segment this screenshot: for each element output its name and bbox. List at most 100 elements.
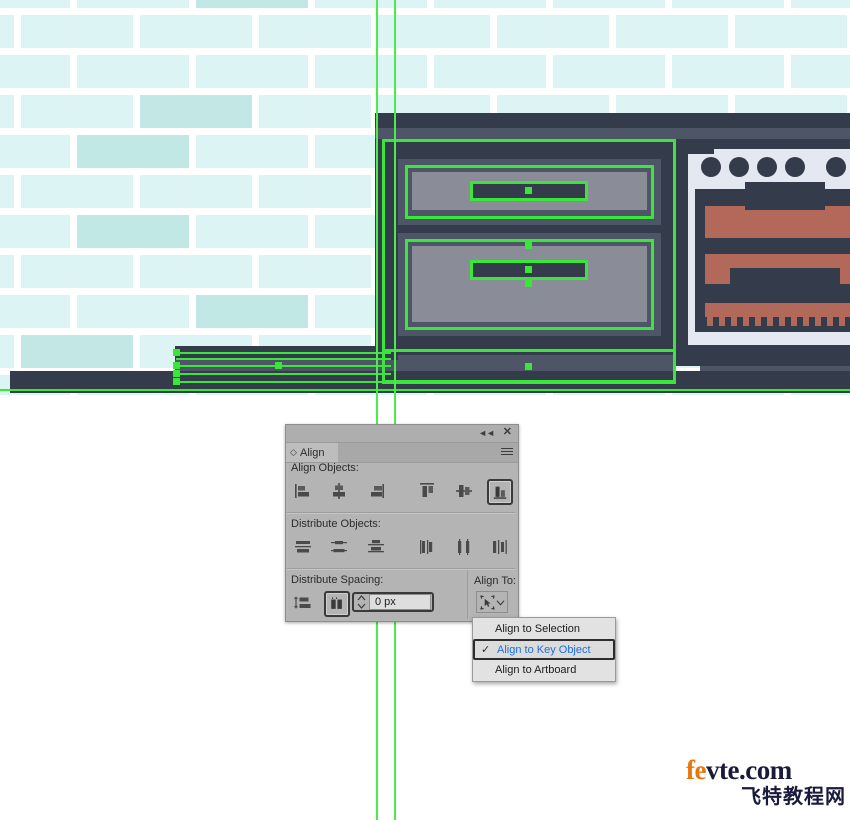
- wall-tile: [196, 55, 308, 88]
- btn-horizontal-align-right[interactable]: [365, 480, 387, 502]
- wall-tile: [21, 335, 133, 368]
- wall-tile: [259, 15, 371, 48]
- oven-panel-notch: [688, 149, 714, 154]
- wall-tile: [791, 0, 850, 8]
- wall-tile: [77, 295, 189, 328]
- wall-tile: [553, 55, 665, 88]
- wall-tile: [672, 55, 784, 88]
- btn-horizontal-align-center[interactable]: [328, 480, 350, 502]
- oven-rack-tooth: [743, 317, 749, 326]
- spacing-input[interactable]: 0 px: [369, 594, 431, 610]
- wall-tile: [196, 215, 308, 248]
- oven-base: [688, 345, 850, 366]
- watermark-brand-suffix: vte.com: [705, 755, 792, 785]
- oven-rack-tooth: [731, 317, 737, 326]
- selection-counter-line: [176, 373, 391, 375]
- panel-title: Align: [300, 446, 325, 459]
- tab-align[interactable]: ◇ Align: [286, 443, 338, 462]
- watermark: fevte.com 飞特教程网: [686, 757, 846, 813]
- panel-title-bar[interactable]: ◄◄ ✕: [286, 425, 518, 443]
- wall-tile: [259, 255, 371, 288]
- align-to-button[interactable]: [476, 591, 508, 613]
- wall-tile: [791, 55, 850, 88]
- anchor-point: [173, 349, 180, 356]
- distribute-spacing-label: Distribute Spacing:: [291, 574, 384, 586]
- menu-item-label: Align to Selection: [495, 623, 580, 635]
- anchor-point: [173, 378, 180, 385]
- wall-tile: [259, 175, 371, 208]
- btn-vertical-distribute-top[interactable]: [292, 536, 314, 558]
- close-icon[interactable]: ✕: [503, 426, 512, 439]
- anchor-point-bottom: [525, 280, 532, 287]
- btn-horizontal-distribute-space[interactable]: [324, 591, 350, 617]
- spacing-stepper[interactable]: 0 px: [352, 592, 434, 612]
- oven-knob: [757, 157, 777, 177]
- wall-tile: [0, 95, 14, 128]
- wall-tile: [0, 0, 70, 8]
- wall-tile: [196, 135, 308, 168]
- selection-counter-line: [176, 381, 391, 383]
- wall-tile: [21, 95, 133, 128]
- align-to-key-object-icon: [479, 594, 495, 610]
- oven-rack-tooth: [827, 317, 833, 326]
- oven-knob: [729, 157, 749, 177]
- btn-vertical-align-top[interactable]: [416, 480, 438, 502]
- wall-tile: [140, 175, 252, 208]
- oven-rack: [705, 303, 850, 317]
- wall-tile: [434, 0, 546, 8]
- menu-item-align-to-selection[interactable]: Align to Selection: [473, 619, 615, 639]
- oven-rack-tooth: [815, 317, 821, 326]
- anchor-point: [173, 362, 180, 369]
- watermark-brand: fevte.com: [686, 757, 846, 784]
- wall-tile: [77, 0, 189, 8]
- double-chevron-left-icon[interactable]: ◄◄: [478, 428, 495, 438]
- wall-tile: [140, 95, 252, 128]
- panel-tab-row[interactable]: ◇ Align: [286, 443, 518, 463]
- wall-tile: [0, 215, 70, 248]
- anchor-point: [173, 370, 180, 377]
- panel-vertical-divider: [467, 570, 468, 619]
- btn-horizontal-align-left[interactable]: [292, 480, 314, 502]
- btn-horizontal-distribute-right[interactable]: [489, 536, 511, 558]
- btn-horizontal-distribute-left[interactable]: [416, 536, 438, 558]
- illustrator-canvas: ◄◄ ✕ ◇ Align Align Objects: Distribute O…: [0, 0, 850, 820]
- wall-tile: [0, 255, 14, 288]
- artwork-region: [0, 0, 850, 395]
- btn-vertical-align-bottom[interactable]: [487, 479, 513, 505]
- vertical-guide-2: [394, 0, 396, 395]
- panel-divider-2-hl: [287, 569, 515, 570]
- anchor-point-base: [525, 363, 532, 370]
- watermark-subtitle: 飞特教程网: [741, 786, 846, 808]
- oven-rust-band-2-cut: [730, 268, 840, 284]
- wall-tile: [616, 15, 728, 48]
- panel-group-icon: ◇: [290, 447, 297, 457]
- align-to-dropdown-menu[interactable]: Align to Selection ✓ Align to Key Object…: [472, 617, 616, 682]
- menu-item-align-to-key-object[interactable]: ✓ Align to Key Object: [473, 639, 615, 660]
- btn-horizontal-distribute-center[interactable]: [453, 536, 475, 558]
- wall-tile: [0, 15, 14, 48]
- distribute-objects-label: Distribute Objects:: [291, 518, 381, 530]
- btn-vertical-distribute-bottom[interactable]: [365, 536, 387, 558]
- btn-vertical-align-center[interactable]: [453, 480, 475, 502]
- stepper-arrows-icon[interactable]: [354, 594, 369, 610]
- wall-tile: [196, 0, 308, 8]
- panel-menu-icon[interactable]: [501, 448, 513, 457]
- btn-vertical-distribute-space[interactable]: [292, 592, 314, 614]
- check-icon: ✓: [481, 644, 491, 656]
- oven-rack-tooth: [719, 317, 725, 326]
- wall-tile: [140, 15, 252, 48]
- btn-vertical-distribute-center[interactable]: [328, 536, 350, 558]
- anchor-point: [275, 362, 282, 369]
- selection-counter-line: [176, 358, 391, 360]
- wall-tile: [553, 0, 665, 8]
- oven-rack-tooth: [707, 317, 713, 326]
- menu-item-align-to-artboard[interactable]: Align to Artboard: [473, 660, 615, 680]
- anchor-point-center: [525, 187, 532, 194]
- wall-tile: [434, 55, 546, 88]
- wall-tile: [21, 175, 133, 208]
- selection-floor-line: [0, 389, 850, 391]
- wall-tile: [315, 0, 427, 8]
- chevron-down-icon: [495, 599, 505, 606]
- selection-counter-line: [176, 352, 391, 354]
- oven-rust-band-1: [705, 206, 850, 238]
